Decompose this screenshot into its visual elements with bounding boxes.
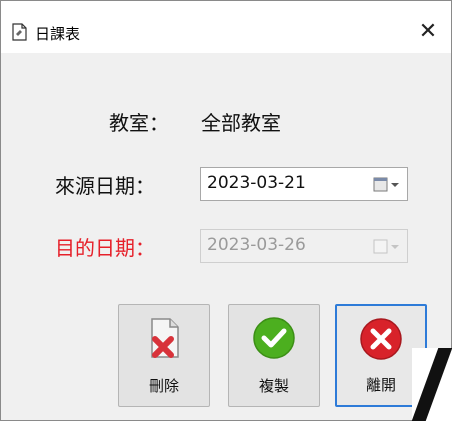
source-date-value: 2023-03-21 [207, 173, 306, 193]
dialog-window: 日課表 ✕ 教室： 全部教室 來源日期： 2023-03-21 目的日期： 20… [0, 0, 452, 421]
document-icon [12, 23, 27, 41]
target-date-picker: 2023-03-26 [200, 229, 408, 263]
close-button[interactable]: ✕ [413, 17, 443, 47]
classroom-value: 全部教室 [201, 111, 281, 135]
check-circle-icon [253, 317, 295, 359]
copy-button-label: 複製 [258, 377, 289, 395]
delete-document-icon [151, 318, 179, 358]
delete-button[interactable]: 刪除 [118, 304, 210, 407]
calendar-dropdown-icon[interactable] [373, 177, 403, 193]
source-date-label: 來源日期： [55, 174, 155, 198]
classroom-label: 教室： [109, 111, 169, 135]
calendar-dropdown-icon [373, 239, 399, 254]
title-bar: 日課表 ✕ [1, 1, 451, 53]
source-date-picker[interactable]: 2023-03-21 [200, 167, 408, 201]
target-date-value: 2023-03-26 [207, 235, 306, 255]
copy-button[interactable]: 複製 [228, 304, 320, 407]
close-circle-icon [360, 318, 402, 360]
target-date-label: 目的日期： [55, 236, 155, 260]
delete-button-label: 刪除 [148, 377, 179, 395]
window-title: 日課表 [35, 25, 81, 43]
